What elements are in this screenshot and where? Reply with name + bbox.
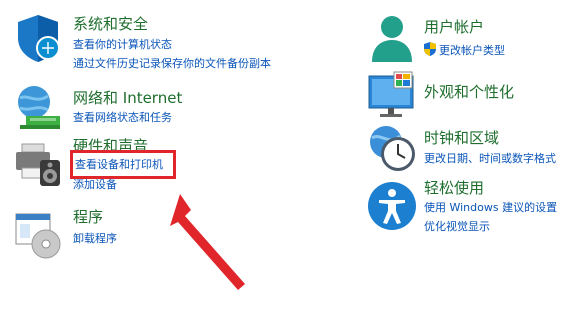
link-uninstall-program[interactable]: 卸载程序 <box>73 231 117 247</box>
link-optimize-visual-display[interactable]: 优化视觉显示 <box>424 219 490 235</box>
category-title-programs[interactable]: 程序 <box>73 207 103 227</box>
link-windows-recommended-settings[interactable]: 使用 Windows 建议的设置 <box>424 200 557 216</box>
programs-disc-icon <box>15 213 61 259</box>
annotation-arrow-icon <box>170 194 245 290</box>
link-network-status-tasks[interactable]: 查看网络状态和任务 <box>73 110 172 126</box>
shield-security-icon <box>18 15 60 62</box>
link-change-date-time-format[interactable]: 更改日期、时间或数字格式 <box>424 151 556 167</box>
highlight-box <box>70 150 176 179</box>
category-title-system-security[interactable]: 系统和安全 <box>73 14 148 34</box>
link-change-account-type[interactable]: 更改帐户类型 <box>424 42 505 59</box>
printer-speaker-icon <box>16 143 60 186</box>
category-title-network-internet[interactable]: 网络和 Internet <box>73 88 182 108</box>
link-file-history-backup[interactable]: 通过文件历史记录保存你的文件备份副本 <box>73 56 271 72</box>
user-account-icon <box>372 16 412 62</box>
network-globe-icon <box>18 86 60 129</box>
category-title-appearance[interactable]: 外观和个性化 <box>424 82 514 102</box>
clock-globe-icon <box>370 126 415 171</box>
category-title-ease-of-access[interactable]: 轻松使用 <box>424 178 484 198</box>
link-view-computer-status[interactable]: 查看你的计算机状态 <box>73 37 172 53</box>
category-title-user-accounts[interactable]: 用户帐户 <box>424 17 484 37</box>
accessibility-icon <box>368 182 416 230</box>
uac-shield-icon <box>424 42 436 56</box>
link-add-device[interactable]: 添加设备 <box>73 177 117 193</box>
category-title-clock-region[interactable]: 时钟和区域 <box>424 128 499 148</box>
link-change-account-type-label: 更改帐户类型 <box>439 44 505 57</box>
monitor-appearance-icon <box>368 71 414 117</box>
